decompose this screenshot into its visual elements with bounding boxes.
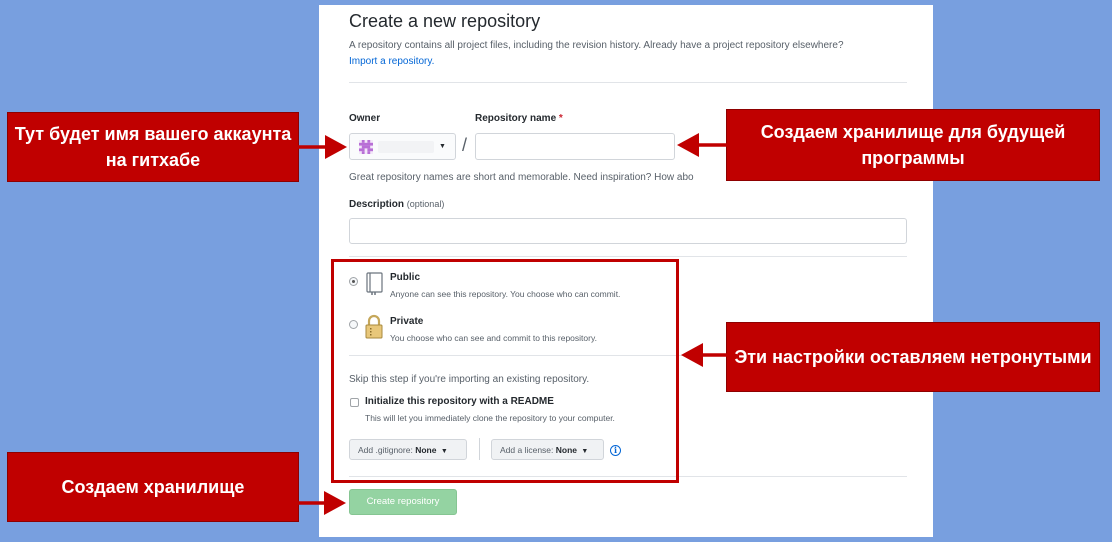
settings-highlight-box — [331, 259, 679, 483]
identicon-icon — [359, 140, 373, 154]
callout-settings: Эти настройки оставляем нетронутыми — [726, 322, 1100, 392]
owner-repo-separator: / — [462, 135, 468, 155]
page-subtitle: A repository contains all project files,… — [349, 38, 919, 70]
description-input[interactable] — [349, 218, 907, 244]
owner-label: Owner — [349, 113, 381, 124]
repo-name-label: Repository name * — [475, 113, 563, 124]
repo-name-hint: Great repository names are short and mem… — [349, 172, 694, 183]
divider-top — [349, 82, 907, 83]
repository-name-input[interactable] — [475, 133, 675, 160]
import-repository-link[interactable]: Import a repository. — [349, 56, 434, 67]
required-mark: * — [558, 113, 563, 124]
description-label-text: Description — [349, 199, 405, 210]
subtitle-text: A repository contains all project files,… — [349, 40, 844, 51]
repo-name-label-text: Repository name — [475, 113, 557, 124]
create-repository-button[interactable]: Create repository — [349, 489, 457, 515]
owner-name-redacted — [378, 141, 434, 153]
owner-select[interactable]: ▼ — [349, 133, 456, 160]
callout-create: Создаем хранилище — [7, 452, 299, 522]
caret-down-icon: ▼ — [439, 143, 446, 150]
callout-repository-name: Создаем хранилище для будущей программы — [726, 109, 1100, 181]
page-title: Create a new repository — [349, 11, 541, 31]
description-label: Description (optional) — [349, 199, 444, 210]
description-optional-text: (optional) — [406, 199, 445, 209]
callout-owner: Тут будет имя вашего аккаунта на гитхабе — [7, 112, 299, 182]
divider-middle — [349, 256, 907, 257]
